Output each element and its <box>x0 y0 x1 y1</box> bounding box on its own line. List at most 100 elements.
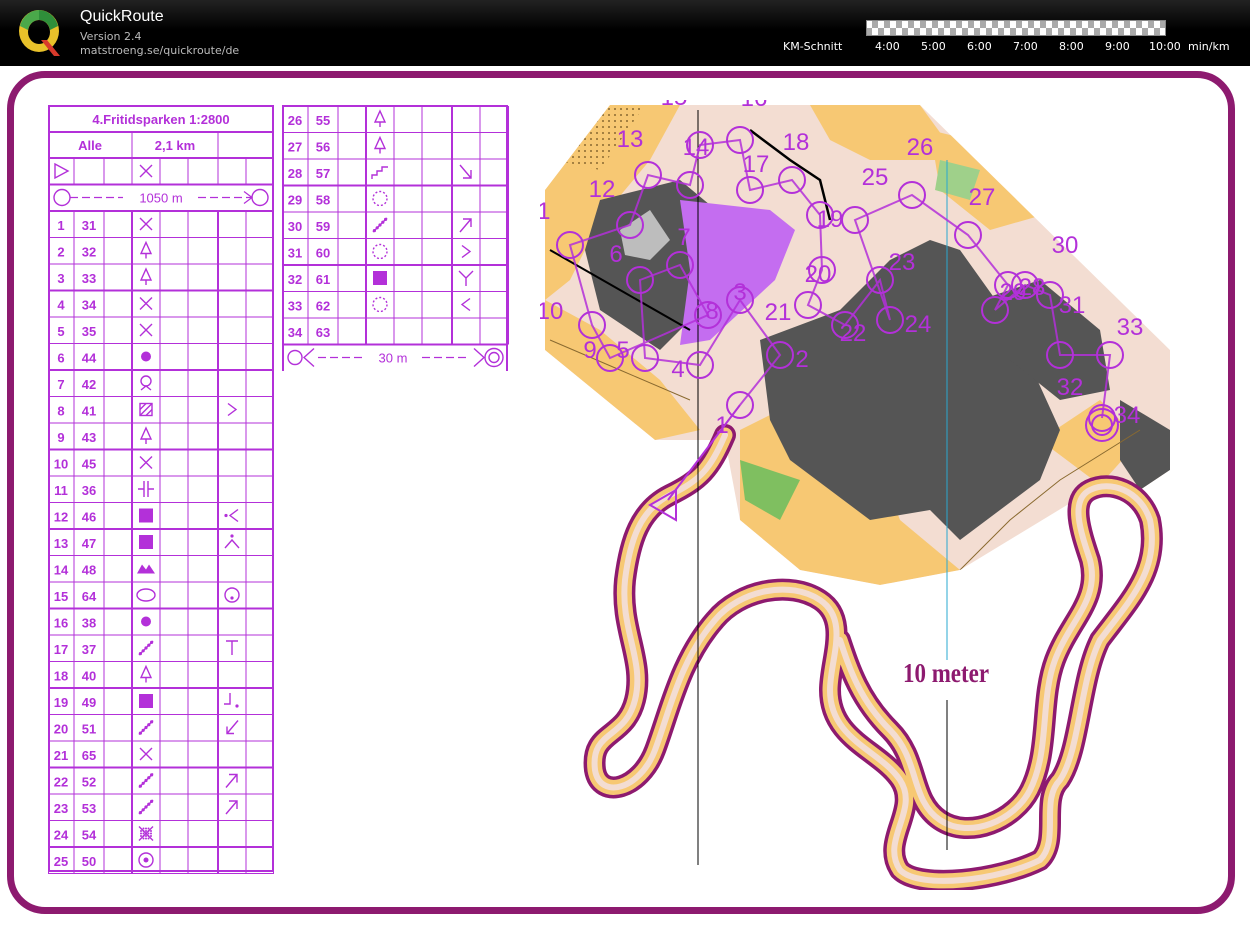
control-number: 12 <box>54 510 68 525</box>
control-code: 56 <box>316 140 330 155</box>
control-code: 36 <box>82 483 96 498</box>
control-code: 42 <box>82 377 96 392</box>
control-number: 27 <box>288 140 302 155</box>
control-label: 20 <box>805 261 832 288</box>
orienteering-map[interactable]: 1234567891011121314151617181920212223242… <box>540 100 1180 890</box>
control-label: 33 <box>1117 314 1144 341</box>
pace-tick: 4:00 <box>875 40 900 53</box>
control-label: 18 <box>783 129 810 156</box>
control-number: 29 <box>288 193 302 208</box>
control-code: 60 <box>316 246 330 261</box>
control-label: 10 <box>540 298 563 325</box>
pace-unit: min/km <box>1188 40 1230 53</box>
control-code: 35 <box>82 324 96 339</box>
app-version: Version 2.4 <box>80 30 142 43</box>
control-label: 9 <box>583 337 596 364</box>
pace-tick: 5:00 <box>921 40 946 53</box>
control-code: 41 <box>82 404 96 419</box>
control-number: 11 <box>54 483 68 498</box>
pace-tick: 7:00 <box>1013 40 1038 53</box>
control-label: 30 <box>1052 232 1079 259</box>
control-label: 13 <box>617 126 644 153</box>
course-length: 2,1 km <box>155 138 195 153</box>
control-label: 12 <box>589 176 616 203</box>
control-code: 44 <box>82 351 97 366</box>
control-description-sheet-continued: 26 55 27 56 28 57 29 58 30 59 31 60 32 61 33 62 34 63 30 m <box>282 105 509 371</box>
square-icon <box>373 271 387 285</box>
control-code: 31 <box>82 218 96 233</box>
control-code: 49 <box>82 695 96 710</box>
control-code: 38 <box>82 616 96 631</box>
control-label: 22 <box>840 320 867 347</box>
dot-icon <box>141 616 151 627</box>
control-code: 57 <box>316 166 330 181</box>
control-code: 37 <box>82 642 96 657</box>
control-label: 19 <box>817 206 844 233</box>
app-name: QuickRoute <box>80 8 164 25</box>
control-label: 3 <box>733 279 746 306</box>
control-number: 7 <box>57 377 64 392</box>
control-number: 2 <box>57 245 64 260</box>
control-code: 59 <box>316 219 330 234</box>
control-label: 23 <box>889 249 916 276</box>
control-number: 4 <box>57 298 65 313</box>
control-number: 8 <box>57 404 64 419</box>
control-code: 65 <box>82 748 96 763</box>
control-number: 31 <box>288 246 302 261</box>
control-number: 6 <box>57 351 64 366</box>
square-icon <box>139 508 153 523</box>
control-number: 1 <box>57 218 64 233</box>
control-number: 20 <box>54 722 68 737</box>
control-number: 34 <box>288 325 303 340</box>
control-number: 23 <box>54 801 68 816</box>
control-label: 6 <box>609 241 622 268</box>
start-distance: 1050 m <box>139 191 182 206</box>
control-number: 22 <box>54 775 68 790</box>
control-number: 28 <box>288 166 302 181</box>
app-header: QuickRoute Version 2.4 matstroeng.se/qui… <box>0 0 1250 66</box>
control-number: 9 <box>57 430 64 445</box>
control-label: 25 <box>862 164 889 191</box>
control-label: 7 <box>677 224 690 251</box>
control-code: 62 <box>316 299 330 314</box>
app-url[interactable]: matstroeng.se/quickroute/de <box>80 44 239 57</box>
control-label: 1 <box>715 412 728 439</box>
control-number: 19 <box>54 695 68 710</box>
control-number: 17 <box>54 642 68 657</box>
control-code: 32 <box>82 245 96 260</box>
control-label: 17 <box>743 151 770 178</box>
control-number: 3 <box>57 271 64 286</box>
control-code: 46 <box>82 510 96 525</box>
control-code: 64 <box>82 589 97 604</box>
control-number: 25 <box>54 854 68 869</box>
course-title: 4.Fritidsparken 1:2800 <box>92 112 229 127</box>
control-label: 32 <box>1057 374 1084 401</box>
control-number: 18 <box>54 669 68 684</box>
control-label: 2 <box>795 346 808 373</box>
control-label: 31 <box>1059 292 1086 319</box>
pace-color-scale <box>866 20 1166 36</box>
control-number: 21 <box>54 748 68 763</box>
control-code: 48 <box>82 563 96 578</box>
pace-tick: 6:00 <box>967 40 992 53</box>
control-number: 26 <box>288 113 302 128</box>
square-icon <box>139 694 153 708</box>
control-code: 63 <box>316 325 330 340</box>
control-label: 15 <box>661 100 688 111</box>
pace-scale-label: KM-Schnitt <box>783 40 843 53</box>
control-code: 61 <box>316 272 330 287</box>
control-code: 55 <box>316 113 330 128</box>
control-number: 10 <box>54 457 68 472</box>
control-code: 54 <box>82 828 97 843</box>
control-label: 11 <box>540 198 550 225</box>
control-code: 51 <box>82 722 96 737</box>
control-code: 50 <box>82 854 96 869</box>
control-code: 45 <box>82 457 96 472</box>
control-label: 21 <box>765 299 792 326</box>
control-label: 16 <box>741 100 768 112</box>
course-class: Alle <box>78 138 102 153</box>
control-description-sheet: 4.Fritidsparken 1:2800 Alle 2,1 km 1050 m 1 3… <box>48 105 274 874</box>
quickroute-logo-icon <box>19 10 60 56</box>
control-code: 53 <box>82 801 96 816</box>
pace-tick: 10:00 <box>1149 40 1181 53</box>
